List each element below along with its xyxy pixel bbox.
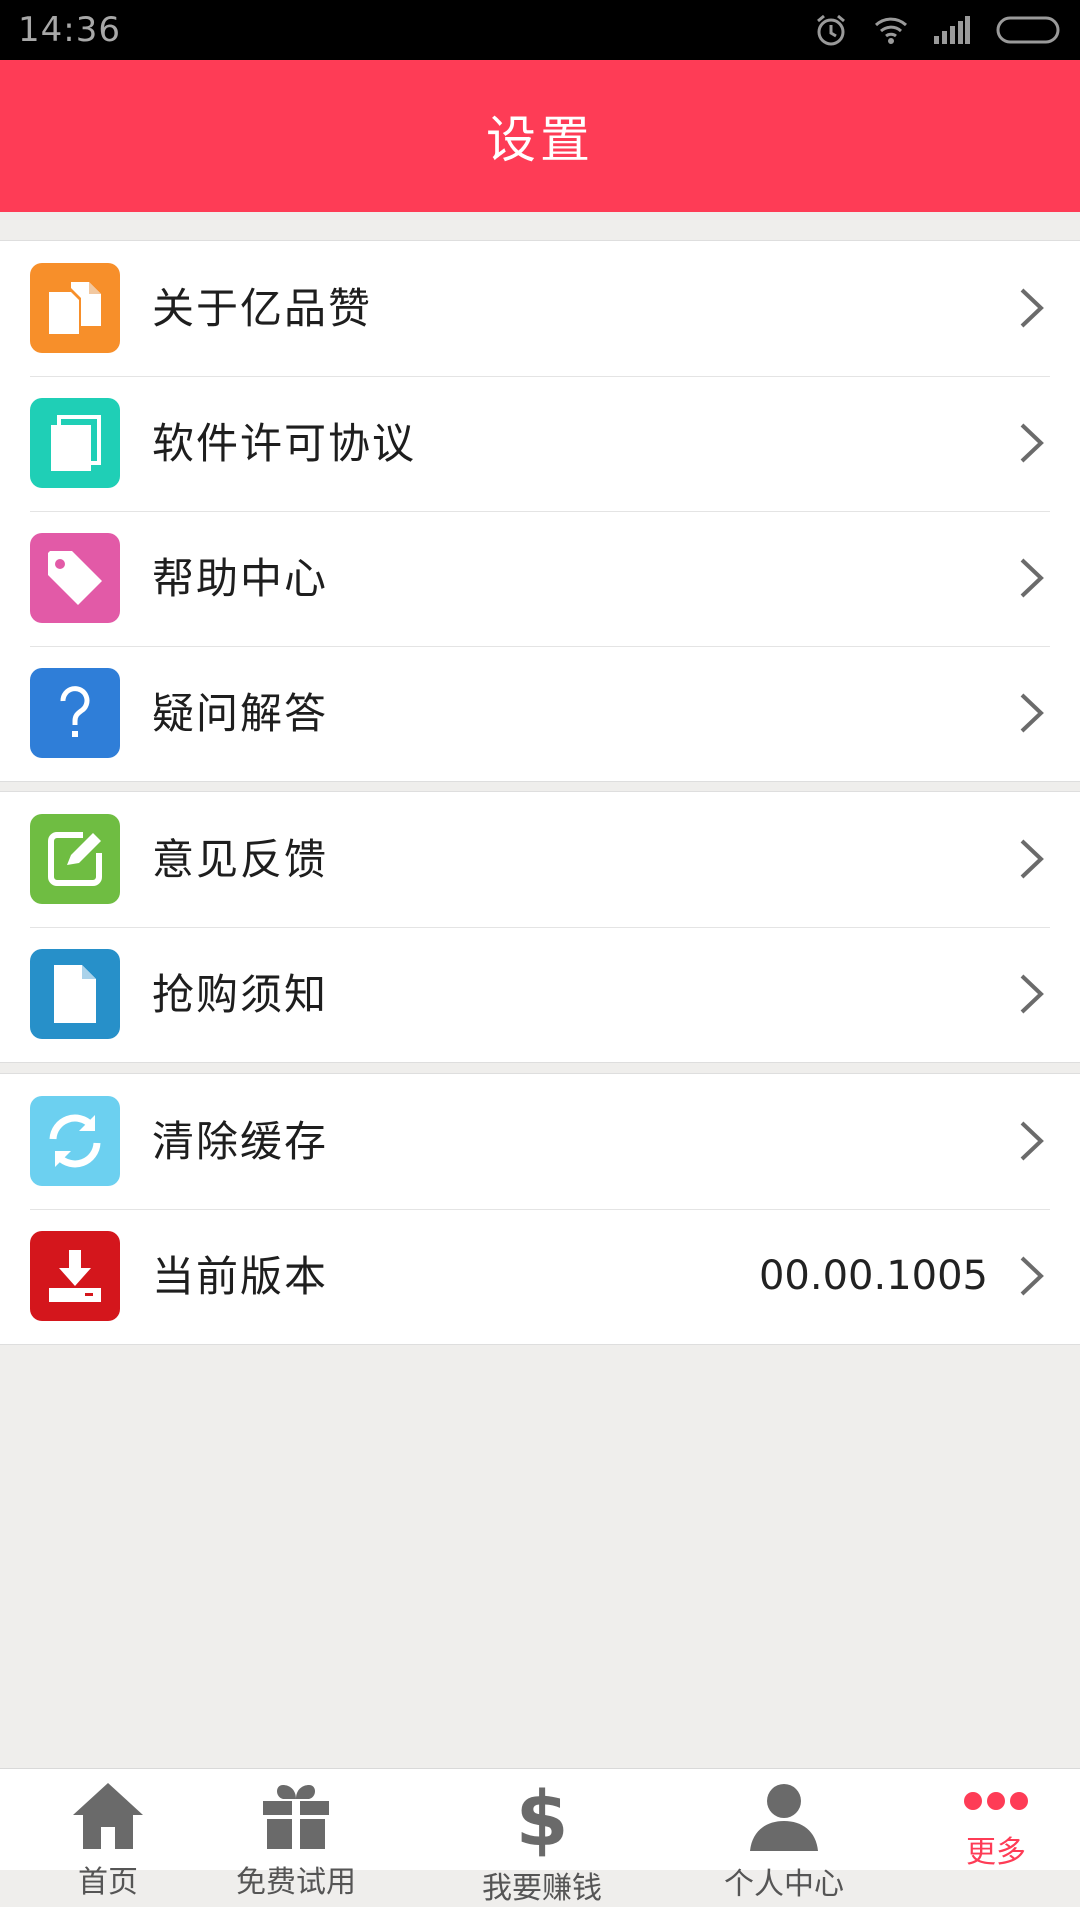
chevron-right-icon: [1020, 423, 1044, 463]
settings-item-purchase-notice[interactable]: 抢购须知: [0, 927, 1080, 1062]
chevron-right-icon: [1020, 1256, 1044, 1296]
chevron-right-icon: [1020, 558, 1044, 598]
file-icon: [30, 949, 120, 1039]
chevron-right-icon: [1020, 288, 1044, 328]
settings-group-3: 清除缓存 当前版本 00.00.1005: [0, 1073, 1080, 1345]
settings-item-label: 抢购须知: [152, 970, 329, 1019]
person-icon: [748, 1781, 820, 1853]
settings-group-1: 关于亿品赞 软件许可协议 帮助中心 疑问解答: [0, 240, 1080, 782]
status-bar: 14:36: [0, 0, 1080, 60]
wifi-icon: [874, 15, 908, 45]
tab-more[interactable]: 更多: [888, 1769, 1080, 1871]
chevron-right-icon: [1020, 839, 1044, 879]
edit-icon: [30, 814, 120, 904]
signal-icon: [934, 16, 970, 44]
settings-item-label: 软件许可协议: [152, 419, 417, 468]
settings-item-clear-cache[interactable]: 清除缓存: [0, 1074, 1080, 1209]
svg-text:$: $: [517, 1781, 567, 1857]
settings-item-label: 意见反馈: [152, 835, 329, 884]
refresh-icon: [30, 1096, 120, 1186]
page-title: 设置: [486, 111, 594, 169]
status-time: 14:36: [18, 10, 121, 50]
settings-item-label: 关于亿品赞: [152, 284, 373, 333]
chevron-right-icon: [1020, 974, 1044, 1014]
battery-icon: [996, 16, 1062, 44]
settings-item-version[interactable]: 当前版本 00.00.1005: [0, 1209, 1080, 1344]
settings-item-label: 清除缓存: [152, 1117, 329, 1166]
alarm-icon: [814, 13, 848, 47]
tab-free-trial[interactable]: 免费试用: [188, 1769, 404, 1900]
settings-item-faq[interactable]: 疑问解答: [0, 646, 1080, 781]
settings-item-license[interactable]: 软件许可协议: [0, 376, 1080, 511]
dollar-icon: $: [517, 1781, 567, 1857]
tab-earn-money[interactable]: $ 我要赚钱: [434, 1769, 650, 1906]
bottom-tab-bar: 首页 免费试用 $ 我要赚钱 个人中心 更多: [0, 1768, 1080, 1906]
status-icons: [814, 13, 1062, 47]
home-icon: [71, 1781, 145, 1851]
version-number: 00.00.1005: [758, 1253, 988, 1299]
tab-label: 个人中心: [724, 1867, 844, 1902]
chevron-right-icon: [1020, 1121, 1044, 1161]
book-icon: [30, 398, 120, 488]
settings-item-feedback[interactable]: 意见反馈: [0, 792, 1080, 927]
tab-home[interactable]: 首页: [0, 1769, 216, 1900]
tab-label: 首页: [78, 1865, 138, 1900]
chevron-right-icon: [1020, 693, 1044, 733]
document-copy-icon: [30, 263, 120, 353]
tab-label: 免费试用: [236, 1865, 356, 1900]
question-icon: [30, 668, 120, 758]
tab-label: 更多: [966, 1835, 1026, 1870]
app-header: 设置: [0, 60, 1080, 212]
tag-icon: [30, 533, 120, 623]
settings-item-help[interactable]: 帮助中心: [0, 511, 1080, 646]
download-icon: [30, 1231, 120, 1321]
gift-icon: [261, 1781, 331, 1851]
tab-profile[interactable]: 个人中心: [676, 1769, 892, 1902]
settings-item-about[interactable]: 关于亿品赞: [0, 241, 1080, 376]
settings-group-2: 意见反馈 抢购须知: [0, 791, 1080, 1063]
more-icon: [963, 1781, 1029, 1821]
settings-item-label: 帮助中心: [152, 554, 329, 603]
settings-item-label: 疑问解答: [152, 689, 329, 738]
settings-item-label: 当前版本: [152, 1252, 329, 1301]
